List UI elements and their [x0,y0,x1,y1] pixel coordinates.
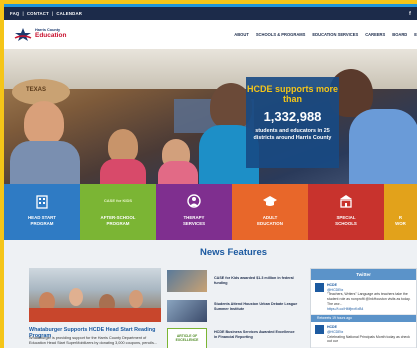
tweet-link[interactable]: https://t.co/HMfjnxKxB4 [327,307,412,312]
separator: | [22,11,24,16]
tile-special-schools[interactable]: SPECIAL SCHOOLS [308,184,384,240]
tweet-author[interactable]: HCDE [327,325,337,329]
tile-label: ADULT EDUCATION [257,215,283,226]
news-section: News Features Whataburger Supports HCDE … [4,240,417,348]
avatar[interactable] [315,283,324,292]
news-heading: News Features [200,247,268,258]
therapy-icon [185,192,203,210]
logo-line2: Education [35,32,67,40]
tile-therapy[interactable]: THERAPY SERVICES [156,184,232,240]
twitter-widget: Twitter HCDE @HCDEtx "Teachers, Writers"… [310,268,417,348]
nav-about[interactable]: ABOUT [234,32,249,37]
tile-label: AFTER-SCHOOL PROGRAM [100,215,136,226]
stat-heading: HCDE supports more than [246,84,338,104]
hero-banner: TEXAS HCDE supports more than 1,332,988 … [4,49,417,184]
partial-tile-icon [392,192,410,210]
feature-image[interactable] [29,268,161,322]
news-item-title[interactable]: HCDE Business Services Awarded Excellenc… [214,330,298,340]
nav-board[interactable]: BOARD [392,32,407,37]
news-item-title[interactable]: Students Attend Houston Urban Debate Lea… [214,302,298,312]
graduation-cap-icon [261,192,279,210]
tile-label: HEAD START PROGRAM [28,215,56,226]
facebook-icon[interactable]: f [409,11,411,17]
tile-after-school[interactable]: CASE for KIDS AFTER-SCHOOL PROGRAM [80,184,156,240]
school-icon [337,192,355,210]
tweet: HCDE @HCDEtx "Teachers, Writers" Languag… [311,280,416,316]
stat-number: 1,332,988 [263,108,322,124]
child2-body [158,161,198,184]
child-body [100,159,146,184]
site-header: Harris County Education ABOUT SCHOOLS & … [4,20,417,49]
building-icon [33,192,51,210]
tile-label: THERAPY SERVICES [182,215,206,226]
calendar-link[interactable]: CALENDAR [56,11,82,16]
cowboy-face [24,101,64,145]
star-logo-icon [14,27,32,41]
child-face [108,129,138,163]
tile-head-start[interactable]: HEAD START PROGRAM [4,184,80,240]
utility-bar: FAQ | CONTACT | CALENDAR f [4,7,417,20]
tile-label: R WOR [395,215,406,226]
hat-text: TEXAS [26,87,47,93]
news-thumb[interactable] [167,300,207,322]
news-item-title[interactable]: CASE for Kids awarded $1.3 million in fe… [214,276,298,286]
stats-callout: HCDE supports more than 1,332,988 studen… [246,77,339,168]
right-body [349,109,417,184]
hcde-logo[interactable]: Harris County Education [14,27,67,42]
avatar[interactable] [315,325,324,335]
news-thumb[interactable]: ARTICLE OF EXCELLENCE [167,328,207,348]
tweet-author[interactable]: HCDE [327,283,337,287]
nav-education-services[interactable]: EDUCATION SERVICES [312,32,358,37]
main-nav: ABOUT SCHOOLS & PROGRAMS EDUCATION SERVI… [234,32,417,37]
nav-schools-programs[interactable]: SCHOOLS & PROGRAMS [256,32,306,37]
feature-excerpt: Whataburger is providing support for the… [29,336,158,346]
retweet-bar: Retweets 19 hours ago [311,315,416,323]
twitter-heading: Twitter [311,269,416,280]
nav-careers[interactable]: CAREERS [365,32,385,37]
program-tiles: HEAD START PROGRAM CASE for KIDS AFTER-S… [4,184,417,240]
cowboy-body [10,141,80,184]
tweet-text: "Teachers, Writers" Language arts teache… [327,292,411,306]
tweet-text: Celebrating National Principals Month to… [327,334,410,344]
news-thumb[interactable] [167,270,207,292]
stat-text: students and educators in 25 districts a… [253,127,332,142]
tweet: HCDE @HCDEtx Celebrating National Princi… [311,322,416,348]
case-for-kids-icon: CASE for KIDS [103,197,133,203]
tile-partial[interactable]: R WOR [384,184,417,240]
tweet-handle[interactable]: @HCDEtx [327,288,343,292]
tile-adult-education[interactable]: ADULT EDUCATION [232,184,308,240]
contact-link[interactable]: CONTACT [27,11,49,16]
tile-label: SPECIAL SCHOOLS [335,215,357,226]
faq-link[interactable]: FAQ [10,11,19,16]
tweet-handle[interactable]: @HCDEtx [327,330,343,334]
separator: | [51,11,54,16]
browser-frame: FAQ | CONTACT | CALENDAR f Harris County… [4,4,417,348]
